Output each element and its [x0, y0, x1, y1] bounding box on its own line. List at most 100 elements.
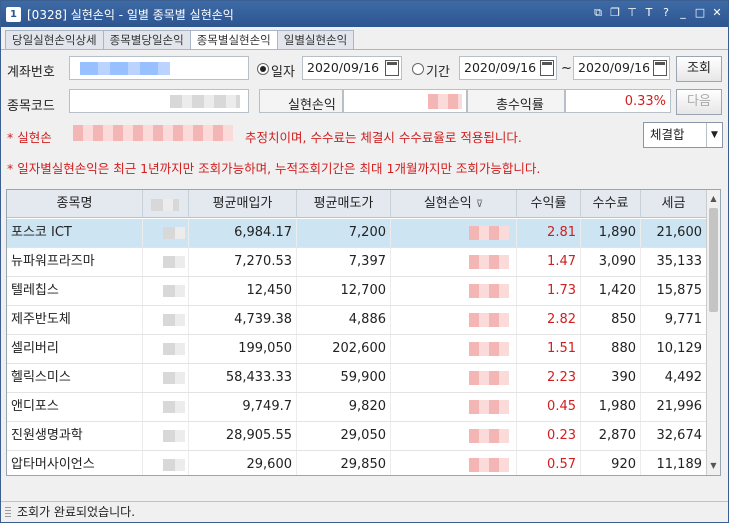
- total-return-label: 총수익률: [496, 98, 544, 113]
- cell-tax: 21,600: [641, 219, 707, 247]
- col-tax[interactable]: 세금: [641, 190, 707, 218]
- radio-date[interactable]: [257, 63, 269, 75]
- tab-daily-detail[interactable]: 당일실현손익상세: [5, 30, 104, 49]
- realized-pnl-table: 종목명 평균매입가 평균매도가 실현손익 ⊽ 수익률 수수료 세금 포스코 IC…: [6, 189, 721, 476]
- radio-date-label: 일자: [271, 65, 295, 80]
- maximize-icon[interactable]: □: [693, 6, 707, 20]
- cell-avg-sell: 9,820: [297, 393, 391, 421]
- radio-period-label: 기간: [426, 65, 450, 80]
- tab-stock-today[interactable]: 종목별당일손익: [102, 30, 191, 49]
- cell-tax: 15,875: [641, 277, 707, 305]
- calendar-icon[interactable]: [653, 60, 667, 76]
- cell-stock-name: 셀리버리: [7, 335, 143, 363]
- cell-return-rate: 2.81: [517, 219, 581, 247]
- radio-period[interactable]: [412, 63, 424, 75]
- date-to-value: 2020/09/16: [578, 60, 651, 75]
- tab-strip: 당일실현손익상세 종목별당일손익 종목별실현손익 일별실현손익: [5, 30, 355, 50]
- table-row[interactable]: 앤디포스 9,749.7 9,820 0.45 1,980 21,996: [7, 393, 707, 422]
- scroll-up-icon[interactable]: ▲: [707, 192, 720, 206]
- calendar-icon[interactable]: [540, 60, 554, 76]
- note-line-1-prefix: * 실현손: [7, 130, 52, 145]
- tab-daily-realized[interactable]: 일별실현손익: [276, 30, 355, 49]
- table-row[interactable]: 진원생명과학 28,905.55 29,050 0.23 2,870 32,674: [7, 422, 707, 451]
- close-icon[interactable]: ✕: [710, 6, 724, 20]
- cell-fee: 1,420: [581, 277, 641, 305]
- table-row[interactable]: 텔레칩스 12,450 12,700 1.73 1,420 15,875: [7, 277, 707, 306]
- cell-avg-buy: 28,905.55: [189, 422, 297, 450]
- col-return-rate[interactable]: 수익률: [517, 190, 581, 218]
- trade-sum-select[interactable]: 체결합 ▼: [643, 122, 723, 148]
- table-row[interactable]: 뉴파워프라즈마 7,270.53 7,397 1.47 3,090 35,133: [7, 248, 707, 277]
- table-row[interactable]: 압타머사이언스 29,600 29,850 0.57 920 11,189: [7, 451, 707, 475]
- link-icon[interactable]: ⧉: [591, 6, 605, 20]
- cell-avg-buy: 58,433.33: [189, 364, 297, 392]
- table-row[interactable]: 헬릭스미스 58,433.33 59,900 2.23 390 4,492: [7, 364, 707, 393]
- realized-label-box: 실현손익: [259, 89, 343, 113]
- pin-icon[interactable]: ⊤: [625, 6, 639, 20]
- total-return-value: 0.33%: [624, 94, 666, 109]
- text-size-icon[interactable]: T: [642, 6, 656, 20]
- cell-fee: 1,890: [581, 219, 641, 247]
- masked-cell: [143, 335, 189, 363]
- vertical-scrollbar[interactable]: ▲ ▼: [706, 190, 720, 475]
- masked-realized-value: [428, 94, 462, 109]
- cell-stock-name: 앤디포스: [7, 393, 143, 421]
- tab-divider: [1, 49, 728, 50]
- tab-stock-realized[interactable]: 종목별실현손익: [189, 30, 278, 50]
- masked-cell: [391, 364, 517, 392]
- account-field[interactable]: [69, 56, 249, 80]
- col-realized[interactable]: 실현손익 ⊽: [391, 190, 517, 218]
- masked-value: [469, 371, 509, 385]
- col-avg-sell[interactable]: 평균매도가: [297, 190, 391, 218]
- stock-code-field[interactable]: [69, 89, 249, 113]
- status-message: 조회가 완료되었습니다.: [17, 505, 136, 519]
- filter-icon[interactable]: ⊽: [476, 199, 483, 210]
- cell-avg-sell: 29,050: [297, 422, 391, 450]
- cell-stock-name: 진원생명과학: [7, 422, 143, 450]
- cell-avg-buy: 12,450: [189, 277, 297, 305]
- masked-value: [469, 313, 509, 327]
- stock-code-label: 종목코드: [7, 99, 55, 114]
- cell-tax: 4,492: [641, 364, 707, 392]
- calendar-icon[interactable]: [385, 60, 399, 76]
- note-line-1: 추정치이며, 수수료는 체결시 수수료율로 적용됩니다.: [245, 130, 522, 145]
- next-button[interactable]: 다음: [676, 89, 722, 115]
- masked-cell: [391, 335, 517, 363]
- col-stock-name[interactable]: 종목명: [7, 190, 143, 218]
- main-window: 1 [0328] 실현손익 - 일별 종목별 실현손익 ⧉ ❐ ⊤ T ? _ …: [0, 0, 729, 523]
- col-masked[interactable]: [143, 190, 189, 218]
- query-button[interactable]: 조회: [676, 56, 722, 82]
- table-row[interactable]: 셀리버리 199,050 202,600 1.51 880 10,129: [7, 335, 707, 364]
- copy-window-icon[interactable]: ❐: [608, 6, 622, 20]
- minimize-icon[interactable]: _: [676, 6, 690, 20]
- masked-cell: [391, 306, 517, 334]
- cell-avg-buy: 29,600: [189, 451, 297, 475]
- help-icon[interactable]: ?: [659, 6, 673, 20]
- masked-value: [163, 314, 185, 326]
- chevron-down-icon[interactable]: ▼: [706, 123, 722, 147]
- scroll-down-icon[interactable]: ▼: [707, 459, 720, 473]
- date-to-input[interactable]: 2020/09/16: [573, 56, 670, 80]
- table-row[interactable]: 제주반도체 4,739.38 4,886 2.82 850 9,771: [7, 306, 707, 335]
- date-from-input[interactable]: 2020/09/16: [459, 56, 557, 80]
- masked-stock-code: [170, 95, 240, 108]
- col-avg-buy[interactable]: 평균매입가: [189, 190, 297, 218]
- cell-fee: 3,090: [581, 248, 641, 276]
- col-realized-label: 실현손익: [423, 196, 472, 211]
- col-fee[interactable]: 수수료: [581, 190, 641, 218]
- cell-fee: 850: [581, 306, 641, 334]
- table-row[interactable]: 포스코 ICT 6,984.17 7,200 2.81 1,890 21,600: [7, 219, 707, 248]
- cell-avg-sell: 29,850: [297, 451, 391, 475]
- cell-return-rate: 0.23: [517, 422, 581, 450]
- title-bar[interactable]: 1 [0328] 실현손익 - 일별 종목별 실현손익 ⧉ ❐ ⊤ T ? _ …: [1, 1, 728, 27]
- account-label: 계좌번호: [7, 65, 55, 80]
- masked-cell: [391, 248, 517, 276]
- masked-value: [163, 401, 185, 413]
- scroll-thumb[interactable]: [709, 208, 718, 312]
- cell-avg-sell: 12,700: [297, 277, 391, 305]
- masked-note-text: [73, 125, 233, 141]
- date-single-input[interactable]: 2020/09/16: [302, 56, 402, 80]
- window-title: [0328] 실현손익 - 일별 종목별 실현손익: [27, 7, 234, 22]
- masked-value: [163, 343, 185, 355]
- cell-return-rate: 0.57: [517, 451, 581, 475]
